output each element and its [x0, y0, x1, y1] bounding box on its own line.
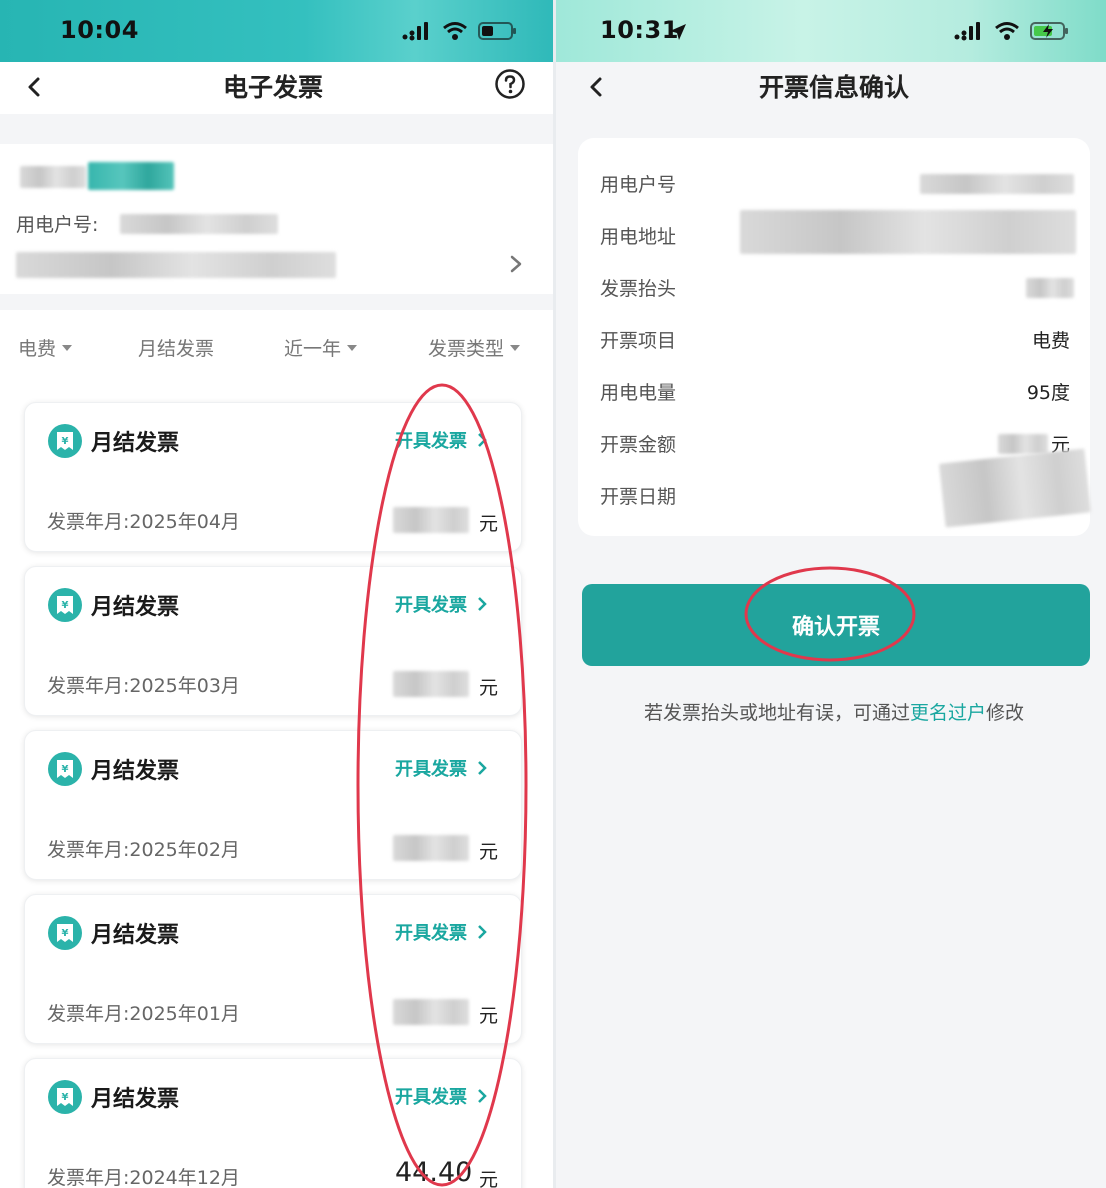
invoice-card[interactable]: ¥ 月结发票 开具发票 发票年月:2025年01月 元 [24, 894, 522, 1044]
invoice-title: 月结发票 [91, 595, 180, 620]
invoice-unit: 元 [479, 1169, 499, 1188]
nav-bar: 开票信息确认 [556, 62, 1106, 114]
issue-invoice-link[interactable]: 开具发票 [395, 591, 487, 617]
info-row-user-number: 用电户号 [578, 164, 1090, 204]
invoice-date: 发票年月:2025年01月 [47, 1003, 240, 1025]
chevron-right-icon [478, 597, 487, 611]
issue-invoice-link[interactable]: 开具发票 [395, 1083, 487, 1109]
invoice-title: 月结发票 [91, 759, 180, 784]
nav-bar: 电子发票 [0, 62, 553, 114]
filter-fee-type[interactable]: 电费 [18, 334, 73, 361]
signal-icon [402, 22, 428, 41]
rename-transfer-link[interactable]: 更名过户 [910, 702, 986, 724]
invoice-date: 发票年月:2024年12月 [47, 1167, 240, 1188]
invoice-receipt-icon: ¥ [48, 424, 82, 458]
issue-invoice-link[interactable]: 开具发票 [395, 919, 487, 945]
info-row-consumption: 用电电量 95度 [600, 382, 1070, 404]
svg-text:¥: ¥ [62, 436, 69, 447]
filter-period[interactable]: 近一年 [284, 334, 358, 361]
caret-down-icon [510, 344, 521, 351]
caret-down-icon [62, 344, 73, 351]
filter-monthly-invoice[interactable]: 月结发票 [138, 334, 214, 361]
filter-bar: 电费 月结发票 近一年 发票类型 [0, 326, 553, 370]
caret-down-icon [347, 344, 358, 351]
svg-text:¥: ¥ [62, 764, 69, 775]
invoice-date: 发票年月:2025年04月 [47, 511, 240, 533]
invoice-confirm-screen: 10:31 开票信息确认 用电户号 用电地址 发票抬头 开票项目 电费 用电电量… [556, 0, 1106, 1188]
invoice-unit: 元 [479, 1005, 499, 1027]
info-row-invoice-title: 发票抬头 [578, 268, 1090, 308]
invoice-title-redacted [1026, 278, 1074, 298]
battery-icon [478, 22, 516, 40]
invoice-card[interactable]: ¥ 月结发票 开具发票 发票年月:2024年12月 44.40 元 [24, 1058, 522, 1188]
filter-invoice-type[interactable]: 发票类型 [428, 334, 521, 361]
account-name-redacted [20, 166, 86, 188]
correction-note: 若发票抬头或地址有误，可通过更名过户修改 [643, 702, 1025, 724]
location-arrow-icon [670, 24, 686, 40]
question-circle-icon[interactable] [494, 68, 526, 100]
section-gap [0, 114, 553, 144]
invoice-unit: 元 [479, 841, 499, 863]
invoice-amount: 44.40 [395, 1157, 473, 1188]
invoice-date: 发票年月:2025年03月 [47, 675, 240, 697]
invoice-card[interactable]: ¥ 月结发票 开具发票 发票年月:2025年04月 元 [24, 402, 522, 552]
confirm-invoice-button[interactable]: 确认开票 [582, 584, 1090, 666]
invoice-amount-redacted [393, 835, 469, 861]
invoice-receipt-icon: ¥ [48, 1080, 82, 1114]
invoice-list-screen: 10:04 电子发票 用电户号: 电费 月结发票 近一年 发票类型 ¥ 月结发票… [0, 0, 553, 1188]
info-row-invoice-item: 开票项目 电费 [600, 330, 1070, 352]
chevron-right-icon [478, 433, 487, 447]
wifi-icon [443, 22, 467, 40]
chevron-right-icon [478, 925, 487, 939]
address-redacted [740, 210, 1076, 254]
section-gap [0, 294, 553, 310]
signal-icon [954, 22, 980, 41]
user-number-redacted [120, 214, 278, 234]
address-redacted [16, 252, 336, 278]
amount-redacted [998, 434, 1048, 454]
issue-invoice-link[interactable]: 开具发票 [395, 755, 487, 781]
invoice-card[interactable]: ¥ 月结发票 开具发票 发票年月:2025年03月 元 [24, 566, 522, 716]
issue-invoice-link[interactable]: 开具发票 [395, 427, 487, 453]
chevron-right-icon[interactable] [506, 252, 526, 276]
chevron-right-icon [478, 1089, 487, 1103]
invoice-unit: 元 [479, 677, 499, 699]
page-title: 开票信息确认 [758, 73, 909, 102]
invoice-date: 发票年月:2025年02月 [47, 839, 240, 861]
info-row-invoice-date: 开票日期 [578, 448, 1091, 528]
invoice-amount-redacted [393, 507, 469, 533]
page-title: 电子发票 [222, 73, 323, 102]
battery-charging-icon [1030, 22, 1068, 40]
invoice-receipt-icon: ¥ [48, 916, 82, 950]
invoice-title: 月结发票 [91, 431, 180, 456]
invoice-title: 月结发票 [91, 1087, 180, 1112]
invoice-title: 月结发票 [91, 923, 180, 948]
status-time: 10:04 [60, 16, 139, 44]
invoice-amount-redacted [393, 999, 469, 1025]
system-icons [402, 18, 518, 44]
invoice-amount-redacted [393, 671, 469, 697]
invoice-receipt-icon: ¥ [48, 588, 82, 622]
info-row-address: 用电地址 [578, 210, 1090, 256]
chevron-right-icon [478, 761, 487, 775]
invoice-unit: 元 [479, 513, 499, 535]
invoice-info-card: 用电户号 用电地址 发票抬头 开票项目 电费 用电电量 95度 开票金额 元 开… [578, 138, 1091, 536]
svg-text:¥: ¥ [62, 1092, 69, 1103]
svg-text:¥: ¥ [62, 600, 69, 611]
status-bar: 10:04 [0, 0, 553, 62]
status-bar: 10:31 [556, 0, 1106, 62]
invoice-date-redacted [939, 448, 1091, 528]
svg-text:¥: ¥ [62, 928, 69, 939]
account-tag-redacted [88, 162, 174, 190]
user-number-redacted [920, 174, 1074, 194]
system-icons [954, 18, 1070, 44]
invoice-receipt-icon: ¥ [48, 752, 82, 786]
wifi-icon [995, 22, 1019, 40]
user-number-label: 用电户号: [16, 214, 99, 236]
account-card[interactable]: 用电户号: [0, 144, 553, 294]
invoice-card[interactable]: ¥ 月结发票 开具发票 发票年月:2025年02月 元 [24, 730, 522, 880]
